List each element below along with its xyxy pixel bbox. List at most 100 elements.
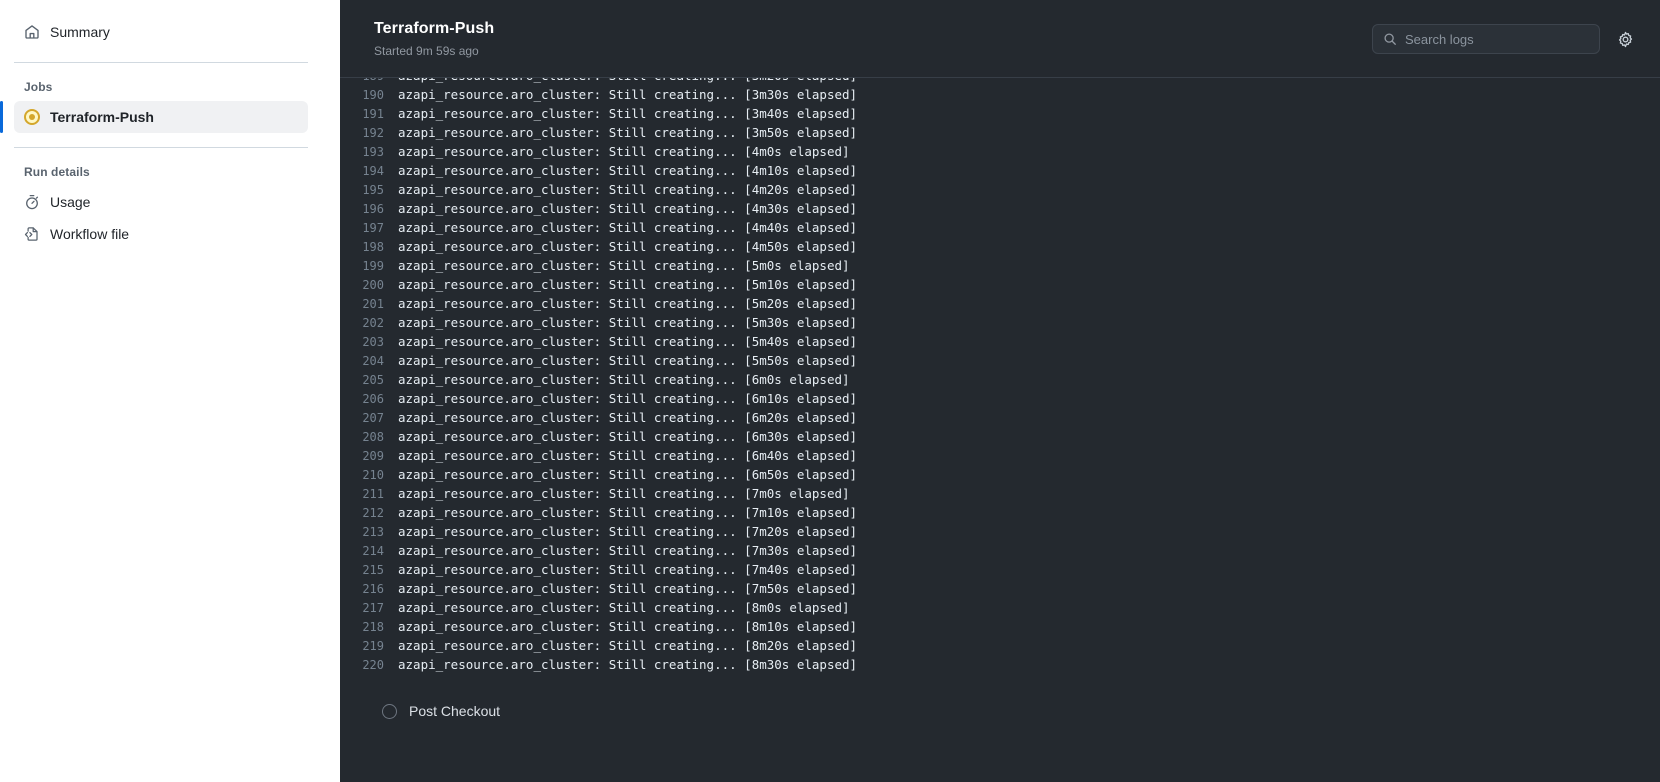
log-line-text: azapi_resource.aro_cluster: Still creati… xyxy=(398,220,858,235)
log-line-number: 203 xyxy=(362,335,384,349)
sidebar: Summary Jobs Terraform-Push Run details xyxy=(0,0,322,782)
search-icon xyxy=(1383,32,1397,46)
sidebar-heading-jobs: Jobs xyxy=(24,80,53,94)
log-line: 190 azapi_resource.aro_cluster: Still cre… xyxy=(340,85,1660,104)
sidebar-item-usage[interactable]: Usage xyxy=(14,186,308,218)
log-line: 210 azapi_resource.aro_cluster: Still cre… xyxy=(340,465,1660,484)
log-line: 207 azapi_resource.aro_cluster: Still cre… xyxy=(340,408,1660,427)
log-line-number: 198 xyxy=(362,240,384,254)
log-line: 201 azapi_resource.aro_cluster: Still cre… xyxy=(340,294,1660,313)
log-line-text: azapi_resource.aro_cluster: Still creati… xyxy=(398,657,858,672)
job-label: Terraform-Push xyxy=(50,109,154,125)
search-logs-box[interactable] xyxy=(1372,24,1600,54)
log-line-text: azapi_resource.aro_cluster: Still creati… xyxy=(398,334,858,349)
sidebar-item-label: Usage xyxy=(50,194,91,210)
step-label: Post Checkout xyxy=(409,703,501,719)
log-line-text: azapi_resource.aro_cluster: Still creati… xyxy=(398,258,850,273)
log-line: 213 azapi_resource.aro_cluster: Still cre… xyxy=(340,522,1660,541)
log-line: 212 azapi_resource.aro_cluster: Still cre… xyxy=(340,503,1660,522)
gear-icon[interactable] xyxy=(1614,28,1636,50)
log-line-number: 215 xyxy=(362,563,384,577)
log-line-number: 202 xyxy=(362,316,384,330)
log-line-number: 194 xyxy=(362,164,384,178)
log-line-number: 209 xyxy=(362,449,384,463)
log-line-text: azapi_resource.aro_cluster: Still creati… xyxy=(398,87,858,102)
log-line: 214 azapi_resource.aro_cluster: Still cre… xyxy=(340,541,1660,560)
log-line: 202 azapi_resource.aro_cluster: Still cre… xyxy=(340,313,1660,332)
sidebar-heading-run-details: Run details xyxy=(24,165,90,179)
log-line: 195 azapi_resource.aro_cluster: Still cre… xyxy=(340,180,1660,199)
sidebar-item-summary[interactable]: Summary xyxy=(14,16,308,48)
sidebar-item-job-terraform-push[interactable]: Terraform-Push xyxy=(0,101,308,133)
log-line-text: azapi_resource.aro_cluster: Still creati… xyxy=(398,410,858,425)
log-line-text: azapi_resource.aro_cluster: Still creati… xyxy=(398,78,857,85)
sidebar-divider-jobs xyxy=(14,147,308,148)
search-input[interactable] xyxy=(1405,31,1589,47)
log-line: 218 azapi_resource.aro_cluster: Still cre… xyxy=(340,617,1660,636)
log-line: 211 azapi_resource.aro_cluster: Still cre… xyxy=(340,484,1660,503)
log-line-text: azapi_resource.aro_cluster: Still creati… xyxy=(398,106,858,121)
log-line-number: 208 xyxy=(362,430,384,444)
log-line-text: azapi_resource.aro_cluster: Still creati… xyxy=(398,163,858,178)
log-line-text: azapi_resource.aro_cluster: Still creati… xyxy=(398,239,858,254)
log-line-number: 216 xyxy=(362,582,384,596)
log-line-number: 220 xyxy=(362,658,384,672)
log-line-number: 217 xyxy=(362,601,384,615)
log-line: 189azapi_resource.aro_cluster: Still cre… xyxy=(340,78,1660,85)
log-line-text: azapi_resource.aro_cluster: Still creati… xyxy=(398,296,858,311)
log-line: 215 azapi_resource.aro_cluster: Still cre… xyxy=(340,560,1660,579)
log-line-text: azapi_resource.aro_cluster: Still creati… xyxy=(398,619,858,634)
log-line-number: 190 xyxy=(362,88,384,102)
log-line-number: 212 xyxy=(362,506,384,520)
log-line: 209 azapi_resource.aro_cluster: Still cre… xyxy=(340,446,1660,465)
log-line-number: 201 xyxy=(362,297,384,311)
log-line: 219 azapi_resource.aro_cluster: Still cre… xyxy=(340,636,1660,655)
log-line: 197 azapi_resource.aro_cluster: Still cre… xyxy=(340,218,1660,237)
log-line-number: 213 xyxy=(362,525,384,539)
log-body[interactable]: 189azapi_resource.aro_cluster: Still cre… xyxy=(340,78,1660,782)
log-line-number: 219 xyxy=(362,639,384,653)
log-line: 206 azapi_resource.aro_cluster: Still cre… xyxy=(340,389,1660,408)
sidebar-item-workflow-file[interactable]: Workflow file xyxy=(14,218,308,250)
log-line-number: 210 xyxy=(362,468,384,482)
header-titles: Terraform-Push Started 9m 59s ago xyxy=(374,16,1372,60)
log-line: 205 azapi_resource.aro_cluster: Still cre… xyxy=(340,370,1660,389)
log-line-number: 199 xyxy=(362,259,384,273)
log-line: 199 azapi_resource.aro_cluster: Still cre… xyxy=(340,256,1660,275)
sidebar-item-label: Summary xyxy=(50,24,110,40)
log-line-number: 195 xyxy=(362,183,384,197)
log-line-text: azapi_resource.aro_cluster: Still creati… xyxy=(398,315,858,330)
log-line-number: 193 xyxy=(362,145,384,159)
log-line-number: 200 xyxy=(362,278,384,292)
log-step-post-checkout[interactable]: Post Checkout xyxy=(340,693,1660,729)
log-scroll-area[interactable]: 189azapi_resource.aro_cluster: Still cre… xyxy=(340,78,1660,782)
log-line: 217 azapi_resource.aro_cluster: Still cre… xyxy=(340,598,1660,617)
log-line: 200 azapi_resource.aro_cluster: Still cre… xyxy=(340,275,1660,294)
log-line: 208 azapi_resource.aro_cluster: Still cre… xyxy=(340,427,1660,446)
log-line-text: azapi_resource.aro_cluster: Still creati… xyxy=(398,353,858,368)
log-header: Terraform-Push Started 9m 59s ago xyxy=(340,0,1660,78)
log-line-text: azapi_resource.aro_cluster: Still creati… xyxy=(398,144,850,159)
workflow-file-icon xyxy=(24,226,40,242)
log-line-number: 204 xyxy=(362,354,384,368)
log-line-number: 206 xyxy=(362,392,384,406)
log-line-number: 196 xyxy=(362,202,384,216)
sidebar-item-label: Workflow file xyxy=(50,226,130,242)
log-line: 194 azapi_resource.aro_cluster: Still cre… xyxy=(340,161,1660,180)
log-line-text: azapi_resource.aro_cluster: Still creati… xyxy=(398,277,858,292)
stopwatch-icon xyxy=(24,194,40,210)
log-line-number: 191 xyxy=(362,107,384,121)
log-line: 191 azapi_resource.aro_cluster: Still cre… xyxy=(340,104,1660,123)
sidebar-run-details-group: Usage Workflow file xyxy=(0,186,322,250)
page-title: Terraform-Push xyxy=(374,20,495,37)
log-line: 193 azapi_resource.aro_cluster: Still cre… xyxy=(340,142,1660,161)
log-line-text: azapi_resource.aro_cluster: Still creati… xyxy=(398,429,858,444)
log-line-text: azapi_resource.aro_cluster: Still creati… xyxy=(398,581,858,596)
log-line-text: azapi_resource.aro_cluster: Still creati… xyxy=(398,562,858,577)
log-line-text: azapi_resource.aro_cluster: Still creati… xyxy=(398,391,858,406)
log-line-number: 192 xyxy=(362,126,384,140)
job-in-progress-icon xyxy=(24,109,40,125)
log-line-text: azapi_resource.aro_cluster: Still creati… xyxy=(398,201,858,216)
step-pending-icon xyxy=(382,703,397,719)
log-line-text: azapi_resource.aro_cluster: Still creati… xyxy=(398,524,858,539)
